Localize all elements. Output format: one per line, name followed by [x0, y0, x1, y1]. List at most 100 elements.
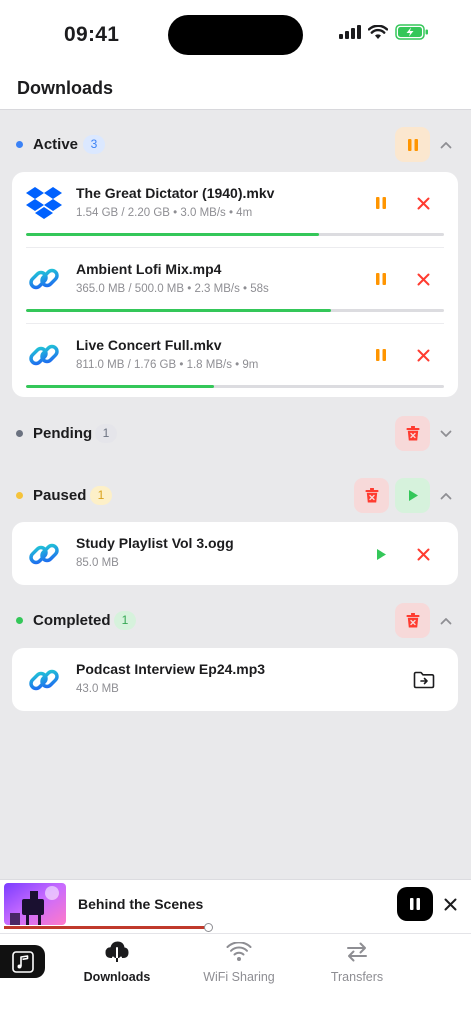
section-header-paused[interactable]: Paused 1 [0, 478, 471, 514]
pause-button[interactable] [370, 268, 392, 290]
play-icon [408, 490, 418, 501]
section-header-completed[interactable]: Completed 1 [0, 603, 471, 639]
cancel-button[interactable] [412, 268, 434, 290]
expand-pending-button[interactable] [437, 425, 455, 443]
status-dot-completed [16, 617, 23, 624]
clear-completed-button[interactable] [395, 603, 430, 638]
folder-open-icon [413, 671, 435, 689]
paused-downloads-card: Study Playlist Vol 3.ogg 85.0 MB [12, 522, 458, 585]
status-icons [339, 24, 429, 40]
section-title-active: Active [33, 136, 79, 153]
dropbox-icon [26, 185, 62, 221]
progress-bar [26, 309, 444, 312]
wifi-icon [226, 942, 252, 961]
active-downloads-card: The Great Dictator (1940).mkv 1.54 GB / … [12, 172, 458, 397]
file-meta: 365.0 MB / 500.0 MB • 2.3 MB/s • 58s [76, 283, 269, 295]
open-in-folder-button[interactable] [412, 668, 436, 692]
tab-label-transfers: Transfers [330, 970, 384, 984]
player-pause-button[interactable] [397, 887, 433, 921]
player-scrubber[interactable] [204, 923, 213, 932]
cloud-download-icon [105, 941, 129, 963]
pause-icon [410, 898, 420, 910]
player-progress-bar [4, 926, 208, 929]
cancel-button[interactable] [412, 344, 434, 366]
chevron-up-icon [440, 493, 452, 500]
pause-all-button[interactable] [395, 127, 430, 162]
pause-button[interactable] [370, 344, 392, 366]
download-row[interactable]: Podcast Interview Ep24.mp3 43.0 MB [12, 648, 458, 711]
status-dot-pending [16, 430, 23, 437]
status-time: 09:41 [64, 23, 120, 46]
wifi-signal-icon [368, 24, 388, 39]
tab-label-downloads: Downloads [83, 970, 151, 984]
tab-downloads[interactable]: Downloads [62, 938, 172, 988]
close-icon [417, 349, 429, 361]
chevron-up-icon [440, 618, 452, 625]
section-header-pending[interactable]: Pending 1 [0, 416, 471, 452]
mini-player[interactable]: Behind the Scenes [0, 879, 471, 933]
progress-fill [26, 233, 319, 236]
link-icon [26, 261, 62, 297]
resume-button[interactable] [370, 543, 392, 565]
section-header-active[interactable]: Active 3 [0, 127, 471, 163]
section-title-completed: Completed [33, 612, 111, 629]
download-row[interactable]: Study Playlist Vol 3.ogg 85.0 MB [12, 522, 458, 585]
music-note-icon [11, 950, 34, 973]
close-icon [417, 197, 429, 209]
pause-icon [376, 273, 386, 285]
clear-pending-button[interactable] [395, 416, 430, 451]
file-meta: 811.0 MB / 1.76 GB • 1.8 MB/s • 9m [76, 359, 259, 371]
pause-button[interactable] [370, 192, 392, 214]
download-row[interactable]: Ambient Lofi Mix.mp4 365.0 MB / 500.0 MB… [12, 248, 458, 324]
collapse-active-button[interactable] [437, 136, 455, 154]
tab-wifi-sharing[interactable]: WiFi Sharing [184, 938, 294, 988]
transfer-arrows-icon [347, 942, 367, 962]
file-name: Live Concert Full.mkv [76, 337, 222, 353]
count-badge-completed: 1 [114, 611, 136, 630]
player-close-button[interactable] [440, 894, 460, 914]
player-title: Behind the Scenes [78, 896, 204, 912]
chevron-down-icon [440, 430, 452, 437]
pause-icon [407, 138, 418, 151]
clear-paused-button[interactable] [354, 478, 389, 513]
progress-fill [26, 309, 332, 312]
tab-label-wifi-sharing: WiFi Sharing [203, 970, 275, 984]
progress-bar [26, 233, 444, 236]
tab-bar: Downloads WiFi Sharing Transfers [0, 933, 471, 1024]
file-name: Study Playlist Vol 3.ogg [76, 535, 234, 551]
file-name: Ambient Lofi Mix.mp4 [76, 261, 222, 277]
count-badge-paused: 1 [90, 486, 112, 505]
file-meta: 1.54 GB / 2.20 GB • 3.0 MB/s • 4m [76, 207, 253, 219]
status-dot-active [16, 141, 23, 148]
page-title: Downloads [17, 78, 114, 98]
resume-all-button[interactable] [395, 478, 430, 513]
play-icon [377, 548, 386, 560]
completed-downloads-card: Podcast Interview Ep24.mp3 43.0 MB [12, 648, 458, 711]
close-icon [417, 273, 429, 285]
link-icon [26, 536, 62, 572]
section-title-pending: Pending [33, 425, 93, 442]
music-library-button[interactable] [0, 945, 45, 978]
download-row[interactable]: Live Concert Full.mkv 811.0 MB / 1.76 GB… [12, 324, 458, 399]
download-row[interactable]: The Great Dictator (1940).mkv 1.54 GB / … [12, 172, 458, 248]
count-badge-pending: 1 [95, 424, 117, 443]
cancel-button[interactable] [412, 543, 434, 565]
pause-icon [376, 197, 386, 209]
navigation-bar: Downloads [0, 70, 471, 110]
pause-icon [376, 349, 386, 361]
cellular-signal-icon [339, 25, 361, 39]
tab-transfers[interactable]: Transfers [302, 938, 412, 988]
battery-charging-icon [395, 24, 428, 40]
trash-x-icon [406, 426, 419, 441]
link-icon [26, 337, 62, 373]
section-title-paused: Paused [33, 487, 87, 504]
link-icon [26, 662, 62, 698]
status-dot-paused [16, 492, 23, 499]
close-icon [444, 898, 456, 910]
file-meta: 85.0 MB [76, 557, 119, 569]
status-bar: 09:41 [0, 0, 471, 70]
progress-bar [26, 385, 444, 388]
collapse-paused-button[interactable] [437, 487, 455, 505]
collapse-completed-button[interactable] [437, 612, 455, 630]
cancel-button[interactable] [412, 192, 434, 214]
